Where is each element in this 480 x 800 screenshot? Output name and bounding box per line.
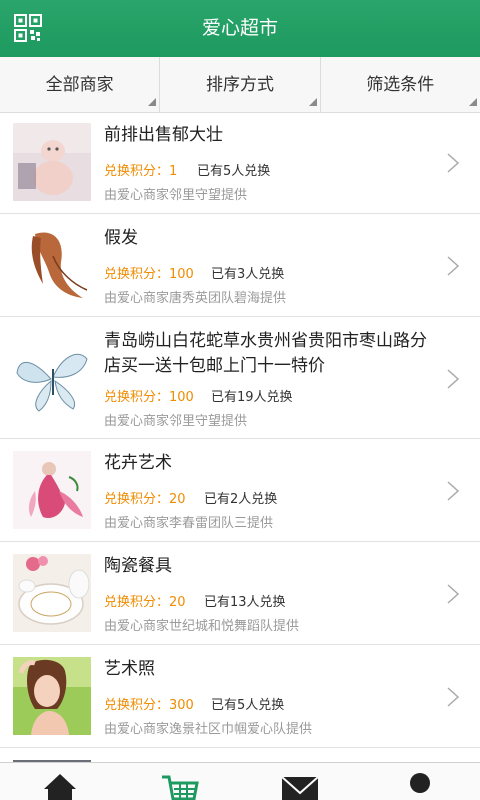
chevron-right-icon [447,687,460,707]
exchange-count: 已有5人兑换 [197,164,271,179]
filter-label: 全部商家 [45,75,114,95]
provider-text: 由爱心商家逸景社区巾帼爱心队提供 [104,722,313,737]
filter-conditions[interactable]: 筛选条件 [321,57,480,112]
chevron-right-icon [447,481,460,501]
list-item[interactable]: 花卉艺术 兑换积分：20 已有2人兑换 由爱心商家李春雷团队三提供 [0,439,480,542]
product-name: 陶瓷餐具 [104,556,172,576]
cart-icon[interactable] [160,771,200,800]
product-image [13,339,91,417]
provider-text: 由爱心商家李春雷团队三提供 [104,516,274,531]
list-item[interactable]: 青岛崂山白花蛇草水贵州省贵阳市枣山路分店买一送十包邮上门十一特价 兑换积分：10… [0,317,480,439]
chevron-right-icon [447,256,460,276]
product-image [13,451,91,529]
filter-label: 筛选条件 [366,75,435,95]
product-name: 前排出售郁大壮 [104,125,223,145]
list-item[interactable]: 艺术照 兑换积分：300 已有5人兑换 由爱心商家逸景社区巾帼爱心队提供 [0,645,480,748]
list-item[interactable]: 前排出售郁大壮 兑换积分：1 已有5人兑换 由爱心商家邻里守望提供 [0,113,480,214]
exchange-count: 已有3人兑换 [211,267,285,282]
product-image [13,657,91,735]
filter-all-merchants[interactable]: 全部商家 [0,57,161,112]
filter-label: 排序方式 [205,75,274,95]
product-image [13,123,91,201]
app-header: 爱心超市 [0,0,480,57]
provider-text: 由爱心商家邻里守望提供 [104,188,248,203]
dropdown-corner-icon [308,98,317,106]
product-name: 花卉艺术 [104,453,172,473]
exchange-count: 已有5人兑换 [211,698,285,713]
chevron-right-icon [447,153,460,173]
chevron-right-icon [447,369,460,389]
home-icon[interactable] [40,771,80,800]
exchange-count: 已有19人兑换 [211,390,293,405]
user-icon[interactable] [400,771,440,800]
exchange-points: 兑换积分：20 [104,492,186,507]
exchange-count: 已有13人兑换 [204,595,286,610]
product-name: 假发 [104,228,138,248]
product-image [13,226,91,304]
exchange-points: 兑换积分：300 [104,698,194,713]
provider-text: 由爱心商家世纪城和悦舞蹈队提供 [104,619,300,634]
exchange-count: 已有2人兑换 [204,492,278,507]
list-item[interactable]: 假发 兑换积分：100 已有3人兑换 由爱心商家唐秀英团队碧海提供 [0,214,480,317]
bottom-tab-bar [0,762,480,800]
exchange-points: 兑换积分：20 [104,595,186,610]
page-title: 爱心超市 [201,17,278,39]
exchange-points: 兑换积分：100 [104,267,194,282]
dropdown-corner-icon [468,98,477,106]
provider-text: 由爱心商家唐秀英团队碧海提供 [104,291,287,306]
chevron-right-icon [447,584,460,604]
exchange-points: 兑换积分：100 [104,390,194,405]
product-list: 前排出售郁大壮 兑换积分：1 已有5人兑换 由爱心商家邻里守望提供 假发 兑换积… [0,113,480,768]
product-name: 青岛崂山白花蛇草水贵州省贵阳市枣山路分店买一送十包邮上门十一特价 [104,331,427,376]
filter-bar: 全部商家 排序方式 筛选条件 [0,57,480,113]
mail-icon[interactable] [280,771,320,800]
product-image [13,554,91,632]
filter-sort[interactable]: 排序方式 [160,57,321,112]
exchange-points: 兑换积分：1 [104,164,178,179]
provider-text: 由爱心商家邻里守望提供 [104,414,248,429]
dropdown-corner-icon [148,98,157,106]
list-item[interactable]: 陶瓷餐具 兑换积分：20 已有13人兑换 由爱心商家世纪城和悦舞蹈队提供 [0,542,480,645]
product-name: 艺术照 [104,659,155,679]
